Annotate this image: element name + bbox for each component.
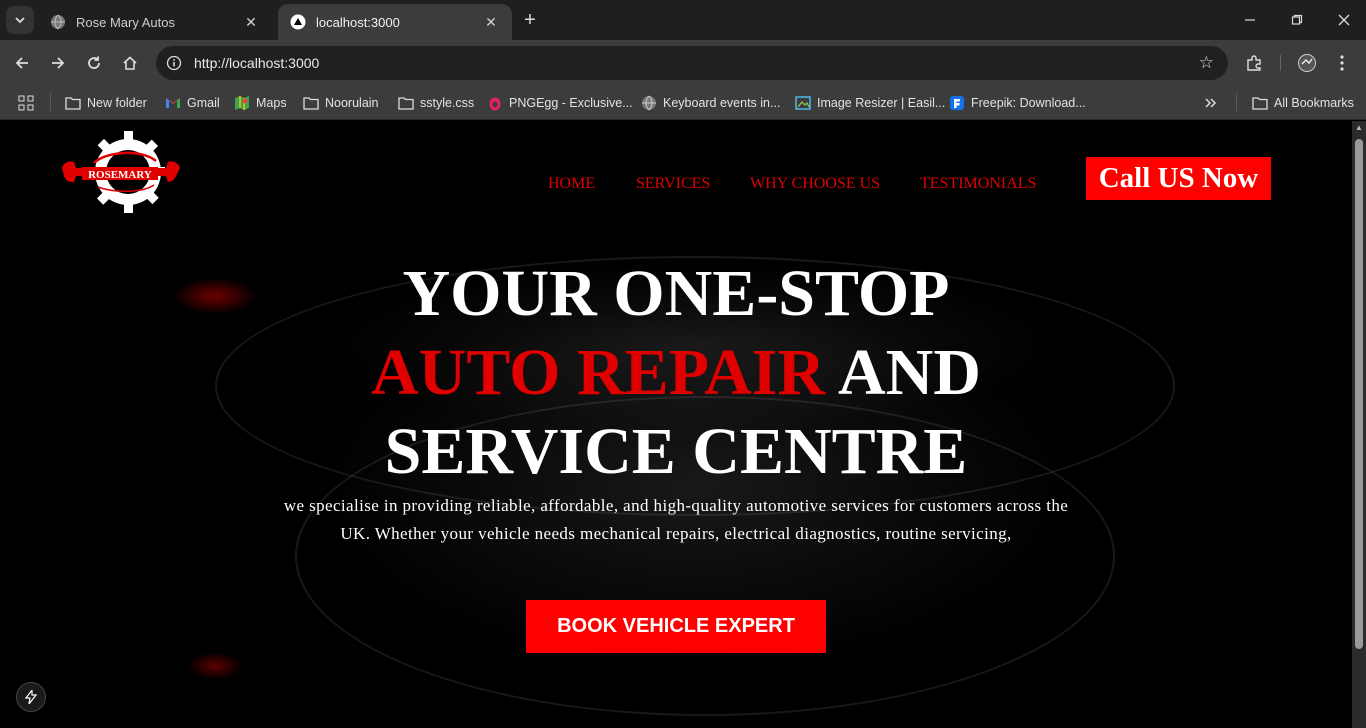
tab-title: localhost:3000	[316, 14, 400, 30]
chevron-down-icon	[15, 17, 25, 24]
tab-strip: Rose Mary Autos ✕ localhost:3000 ✕ +	[0, 0, 1366, 40]
toolbar-divider	[1280, 55, 1281, 71]
profile-avatar-icon[interactable]	[1295, 51, 1319, 75]
hero-line-1: YOUR ONE-STOP	[402, 257, 950, 330]
browser-menu-icon[interactable]	[1330, 51, 1354, 75]
bookmark-label: New folder	[87, 96, 147, 110]
scroll-thumb[interactable]	[1355, 139, 1363, 649]
bookmark-star-icon[interactable]: ☆	[1199, 53, 1214, 73]
minimize-icon[interactable]	[1238, 8, 1262, 32]
maps-icon	[234, 95, 250, 111]
folder-icon	[65, 95, 81, 111]
close-icon[interactable]: ✕	[242, 13, 260, 31]
hero-highlight: AUTO REPAIR	[371, 336, 826, 409]
bookmark-pngegg[interactable]: PNGEgg - Exclusive...	[487, 93, 633, 113]
address-bar[interactable]: http://localhost:3000 ☆	[156, 46, 1228, 80]
folder-icon	[398, 95, 414, 111]
hero-line-2: AUTO REPAIR AND	[0, 333, 1352, 412]
hero-description: we specialise in providing reliable, aff…	[283, 496, 1069, 543]
hero-heading: YOUR ONE-STOP AUTO REPAIR AND SERVICE CE…	[0, 254, 1352, 491]
globe-icon	[641, 95, 657, 111]
bookmark-label: Freepik: Download...	[971, 96, 1086, 110]
tab-search-button[interactable]	[6, 6, 34, 34]
bookmarks-divider	[1236, 93, 1237, 111]
all-bookmarks-label: All Bookmarks	[1274, 96, 1354, 110]
folder-icon	[1252, 95, 1268, 111]
pngegg-icon	[487, 95, 503, 111]
all-bookmarks[interactable]: All Bookmarks	[1252, 93, 1354, 113]
hero-line-2-text: AND	[837, 336, 981, 409]
extensions-icon[interactable]	[1242, 51, 1266, 75]
home-icon[interactable]	[117, 50, 143, 76]
bookmarks-bar: New folder Gmail Maps Noorulain sstyle.c…	[0, 86, 1366, 120]
tab-localhost[interactable]: localhost:3000 ✕	[278, 4, 512, 40]
bookmarks-divider	[50, 93, 51, 111]
logo-text: ROSEMARY	[88, 169, 152, 181]
page-scrollbar[interactable]: ▲	[1352, 121, 1366, 728]
globe-icon	[50, 14, 66, 30]
restore-icon[interactable]	[1285, 8, 1309, 32]
site-info-icon[interactable]	[164, 53, 184, 73]
freepik-icon	[949, 95, 965, 111]
bookmark-label: Maps	[256, 96, 287, 110]
back-icon[interactable]	[9, 50, 35, 76]
bookmark-label: Keyboard events in...	[663, 96, 781, 110]
bookmark-gmail[interactable]: Gmail	[165, 93, 220, 113]
scroll-up-arrow-icon[interactable]: ▲	[1355, 123, 1363, 132]
bookmark-freepik[interactable]: Freepik: Download...	[949, 93, 1086, 113]
bookmark-label: Gmail	[187, 96, 220, 110]
bookmark-sstyle[interactable]: sstyle.css	[398, 93, 474, 113]
nav-testimonials[interactable]: TESTIMONIALS	[920, 175, 1036, 193]
page-viewport: ROSEMARY HOME SERVICES WHY CHOOSE US TES…	[0, 121, 1352, 728]
gmail-icon	[165, 95, 181, 111]
close-window-icon[interactable]	[1332, 8, 1356, 32]
bookmark-label: Image Resizer | Easil...	[817, 96, 946, 110]
bookmark-label: PNGEgg - Exclusive...	[509, 96, 633, 110]
bookmark-maps[interactable]: Maps	[234, 93, 287, 113]
dev-tools-lightning-icon[interactable]	[16, 682, 46, 712]
forward-icon[interactable]	[45, 50, 71, 76]
nav-why-choose-us[interactable]: WHY CHOOSE US	[750, 175, 880, 193]
book-vehicle-expert-button[interactable]: BOOK VEHICLE EXPERT	[526, 600, 826, 653]
bookmark-noorulain[interactable]: Noorulain	[303, 93, 379, 113]
call-us-now-button[interactable]: Call US Now	[1086, 157, 1271, 200]
browser-toolbar: http://localhost:3000 ☆	[0, 40, 1366, 86]
folder-icon	[303, 95, 319, 111]
close-icon[interactable]: ✕	[482, 13, 500, 31]
new-tab-button[interactable]: +	[518, 8, 542, 32]
nav-home[interactable]: HOME	[548, 175, 595, 193]
hero-line-3: SERVICE CENTRE	[384, 415, 968, 488]
rosemary-logo[interactable]: ROSEMARY	[58, 129, 182, 219]
reload-icon[interactable]	[81, 50, 107, 76]
tab-rose-mary-autos[interactable]: Rose Mary Autos ✕	[38, 4, 272, 40]
bookmark-label: sstyle.css	[420, 96, 475, 110]
tab-title: Rose Mary Autos	[76, 14, 175, 30]
bookmark-label: Noorulain	[325, 96, 379, 110]
bookmark-keyboard-events[interactable]: Keyboard events in...	[641, 93, 780, 113]
image-icon	[795, 95, 811, 111]
bookmark-new-folder[interactable]: New folder	[65, 93, 147, 113]
more-bookmarks-icon[interactable]	[1204, 93, 1218, 113]
url-text: http://localhost:3000	[194, 55, 320, 71]
apps-grid-icon[interactable]	[18, 93, 34, 113]
nextjs-triangle-icon	[290, 14, 306, 30]
bookmark-image-resizer[interactable]: Image Resizer | Easil...	[795, 93, 945, 113]
nav-services[interactable]: SERVICES	[636, 175, 710, 193]
